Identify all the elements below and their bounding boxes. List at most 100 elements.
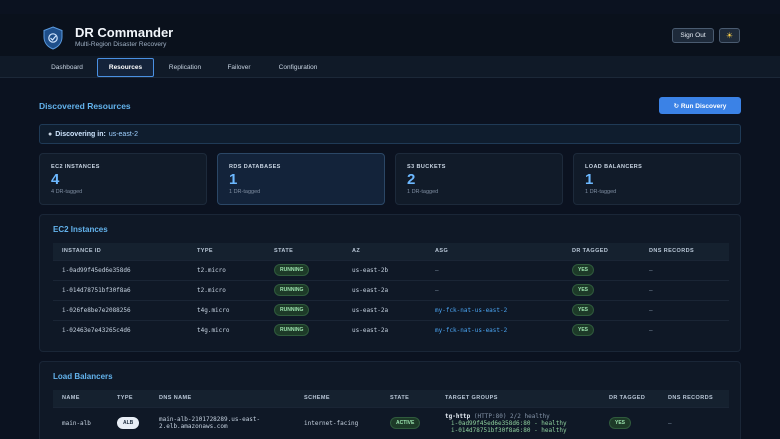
lb-scheme: internet-facing	[295, 406, 381, 439]
app-title: DR Commander	[75, 25, 174, 40]
tab-resources[interactable]: Resources	[97, 58, 154, 77]
tab-failover[interactable]: Failover	[214, 58, 264, 77]
table-row[interactable]: i-014d78751bf30f8a6 t2.micro RUNNING us-…	[53, 279, 729, 300]
column-header[interactable]: AZ	[343, 243, 426, 260]
column-header[interactable]: SCHEME	[295, 390, 381, 407]
target-group-name: tg-http	[445, 412, 471, 420]
lb-name: main-alb	[53, 406, 108, 439]
discovery-status-bar: ● Discovering in: us-east-2	[39, 124, 741, 144]
stat-label: S3 BUCKETS	[407, 164, 446, 170]
status-badge: ACTIVE	[390, 417, 421, 430]
table-header-row: NAME TYPE DNS NAME SCHEME STATE TARGET G…	[53, 390, 729, 407]
asg: —	[426, 279, 563, 300]
stat-value: 1	[229, 171, 238, 188]
dns-records: —	[640, 299, 729, 320]
stat-sub: 1 DR-tagged	[407, 189, 439, 195]
instance-id: i-014d78751bf30f8a6	[53, 279, 188, 300]
column-header[interactable]: DR TAGGED	[563, 243, 640, 260]
search-icon: ●	[48, 130, 53, 138]
target-health: i-014d78751bf30f8a6:80 - healthy	[451, 426, 567, 434]
tab-replication[interactable]: Replication	[158, 58, 212, 77]
theme-toggle-sun-icon[interactable]: ☀	[719, 28, 740, 43]
column-header[interactable]: DNS RECORDS	[640, 243, 729, 260]
dns-records: —	[640, 259, 729, 280]
status-badge: RUNNING	[274, 304, 310, 316]
table-row[interactable]: i-02463e7e43265c4d6 t4g.micro RUNNING us…	[53, 319, 729, 340]
table-row[interactable]: main-alb ALB main-alb-2101728289.us-east…	[53, 406, 729, 439]
stat-label: RDS DATABASES	[229, 164, 281, 170]
run-discovery-button[interactable]: ↻ Run Discovery	[659, 97, 741, 114]
availability-zone: us-east-2a	[343, 279, 426, 300]
status-badge: RUNNING	[274, 324, 310, 337]
column-header[interactable]: TARGET GROUPS	[436, 390, 600, 407]
table-header-row: INSTANCE ID TYPE STATE AZ ASG DR TAGGED …	[53, 243, 729, 260]
column-header[interactable]: NAME	[53, 390, 108, 407]
stat-label: EC2 INSTANCES	[51, 164, 100, 170]
dns-records: —	[640, 279, 729, 300]
availability-zone: us-east-2b	[343, 259, 426, 280]
column-header[interactable]: ASG	[426, 243, 563, 260]
dr-tagged-badge: YES	[572, 304, 595, 316]
availability-zone: us-east-2a	[343, 299, 426, 320]
availability-zone: us-east-2a	[343, 319, 426, 340]
page-title: Discovered Resources	[39, 101, 131, 111]
load-balancers-panel: Load Balancers NAME TYPE DNS NAME SCHEME…	[39, 361, 741, 439]
status-badge: RUNNING	[274, 264, 310, 276]
instance-id: i-0ad99f45ed6e358d6	[53, 259, 188, 280]
ec2-panel-title: EC2 Instances	[53, 225, 108, 234]
column-header[interactable]: DR TAGGED	[600, 390, 659, 407]
dr-tagged-badge: YES	[572, 284, 595, 296]
lb-type-badge: ALB	[117, 417, 140, 430]
app-header: DR Commander Multi-Region Disaster Recov…	[0, 14, 780, 58]
column-header[interactable]: DNS RECORDS	[659, 390, 729, 407]
stat-card-ec2[interactable]: EC2 INSTANCES 4 4 DR-tagged	[39, 153, 207, 205]
stat-card-s3[interactable]: S3 BUCKETS 2 1 DR-tagged	[395, 153, 563, 205]
tab-configuration[interactable]: Configuration	[268, 58, 328, 77]
column-header[interactable]: TYPE	[108, 390, 150, 407]
table-row[interactable]: i-026fe8be7e2088256 t4g.micro RUNNING us…	[53, 299, 729, 320]
instance-type: t2.micro	[188, 259, 265, 280]
app-subtitle: Multi-Region Disaster Recovery	[75, 41, 167, 48]
instance-type: t2.micro	[188, 279, 265, 300]
column-header[interactable]: DNS NAME	[150, 390, 295, 407]
lb-dns-name-cont: 2.elb.amazonaws.com	[159, 423, 228, 431]
stat-value: 2	[407, 171, 416, 188]
discovering-label: Discovering in:	[55, 130, 106, 138]
status-badge: RUNNING	[274, 284, 310, 296]
lb-dns-name: main-alb-2101728289.us-east-	[159, 416, 261, 424]
target-group-info: (HTTP:80) 2/2 healthy	[473, 412, 550, 420]
column-header[interactable]: STATE	[265, 243, 343, 260]
asg-link[interactable]: my-fck-nat-us-east-2	[426, 319, 563, 340]
stat-value: 4	[51, 171, 60, 188]
ec2-table: INSTANCE ID TYPE STATE AZ ASG DR TAGGED …	[53, 243, 729, 340]
column-header[interactable]: STATE	[381, 390, 436, 407]
dns-records: —	[640, 319, 729, 340]
target-health: i-0ad99f45ed6e358d6:80 - healthy	[451, 419, 567, 427]
column-header[interactable]: TYPE	[188, 243, 265, 260]
sign-out-button[interactable]: Sign Out	[672, 28, 714, 43]
stat-sub: 1 DR-tagged	[585, 189, 617, 195]
table-row[interactable]: i-0ad99f45ed6e358d6 t2.micro RUNNING us-…	[53, 259, 729, 280]
instance-id: i-02463e7e43265c4d6	[53, 319, 188, 340]
tab-dashboard[interactable]: Dashboard	[40, 58, 94, 77]
stat-card-rds[interactable]: RDS DATABASES 1 1 DR-tagged	[217, 153, 385, 205]
stat-label: LOAD BALANCERS	[585, 164, 643, 170]
stat-card-load-balancers[interactable]: LOAD BALANCERS 1 1 DR-tagged	[573, 153, 741, 205]
dr-tagged-badge: YES	[572, 324, 595, 337]
dr-tagged-badge: YES	[609, 417, 632, 430]
instance-id: i-026fe8be7e2088256	[53, 299, 188, 320]
stat-sub: 1 DR-tagged	[229, 189, 261, 195]
asg-link[interactable]: my-fck-nat-us-east-2	[426, 299, 563, 320]
instance-type: t4g.micro	[188, 299, 265, 320]
main-nav: Dashboard Resources Replication Failover…	[0, 56, 780, 78]
stat-value: 1	[585, 171, 594, 188]
stat-sub: 4 DR-tagged	[51, 189, 83, 195]
ec2-panel: EC2 Instances INSTANCE ID TYPE STATE AZ …	[39, 214, 741, 352]
discovering-region: us-east-2	[108, 130, 138, 138]
column-header[interactable]: INSTANCE ID	[53, 243, 188, 260]
dns-records: —	[659, 406, 729, 439]
dr-tagged-badge: YES	[572, 264, 595, 276]
shield-logo-icon	[43, 26, 63, 50]
asg: —	[426, 259, 563, 280]
load-balancers-table: NAME TYPE DNS NAME SCHEME STATE TARGET G…	[53, 390, 729, 439]
